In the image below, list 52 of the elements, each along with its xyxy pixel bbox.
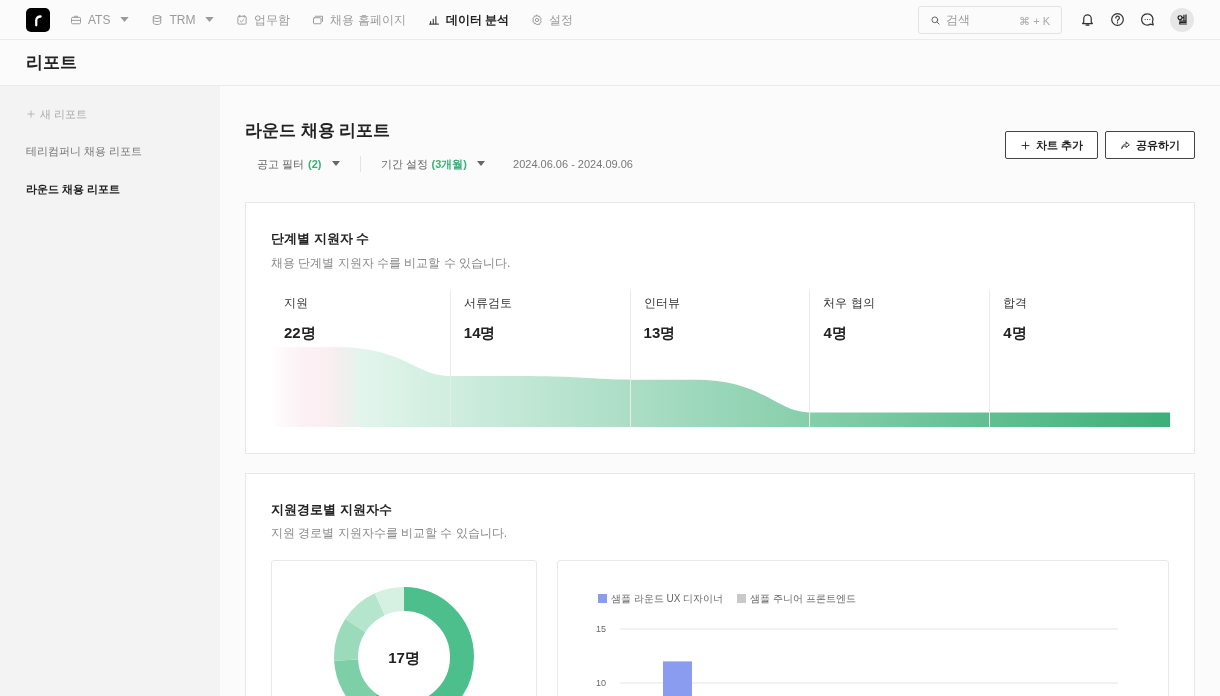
- stage-count: 4명: [823, 322, 848, 343]
- y-tick-label: 15: [596, 624, 606, 634]
- card-subtitle: 지원 경로별 지원자수를 비교할 수 있습니다.: [271, 525, 508, 542]
- bell-icon: [1079, 12, 1095, 27]
- chat-button[interactable]: [1138, 10, 1156, 29]
- filter-dropdown[interactable]: 기간 설정 (3개월): [380, 155, 486, 172]
- plus-icon: [1019, 139, 1031, 151]
- stage-label: 처우 협의: [823, 294, 876, 312]
- caret-icon: [477, 161, 486, 167]
- search-icon: [930, 14, 941, 26]
- legend-label: 샘플 라운드 UX 디자이너: [611, 592, 724, 606]
- shortcut-hint: ⌘ + K: [1019, 13, 1050, 29]
- caret-icon: [331, 161, 340, 167]
- help-icon: [1109, 12, 1125, 27]
- bar: [663, 661, 692, 696]
- stage-count: 13명: [643, 322, 677, 343]
- caret-icon: [205, 17, 215, 22]
- date-range: 2024.06.06 - 2024.09.06: [513, 156, 633, 172]
- stage-count: 4명: [1003, 322, 1028, 343]
- bar-chart-icon: [427, 13, 440, 26]
- caret-icon: [120, 17, 130, 22]
- settings-icon: [531, 13, 544, 26]
- sidebar-item[interactable]: 라운드 채용 리포트: [26, 181, 194, 198]
- share-icon: [1120, 139, 1131, 151]
- stage-label: 합격: [1003, 294, 1029, 312]
- stage-count: 22명: [284, 322, 317, 343]
- stage-count: 14명: [463, 322, 497, 343]
- card-subtitle: 채용 단계별 지원자 수를 비교할 수 있습니다.: [271, 254, 512, 272]
- share-button[interactable]: 공유하기: [1105, 131, 1195, 159]
- card-title: 지원경로별 지원자수: [271, 500, 393, 519]
- database-icon: [151, 13, 164, 26]
- stage-label: 지원: [284, 294, 309, 312]
- plus-icon: [26, 109, 36, 120]
- donut-total: 17명: [387, 648, 421, 668]
- filter-dropdown[interactable]: 공고 필터 (2): [257, 155, 340, 172]
- calendar-icon: [236, 13, 249, 26]
- stage-label: 서류검토: [463, 294, 513, 312]
- briefcase-icon: [70, 13, 82, 26]
- legend-label: 샘플 주니어 프론트엔드: [750, 592, 856, 606]
- nav-item[interactable]: 데이터 분석: [427, 10, 510, 29]
- add-chart-button[interactable]: 차트 추가: [1004, 131, 1098, 159]
- stage-label: 인터뷰: [643, 294, 681, 312]
- report-title: 라운드 채용 리포트: [245, 120, 392, 142]
- app-logo[interactable]: [26, 7, 50, 32]
- user-avatar[interactable]: 엘: [1170, 7, 1194, 32]
- card-title: 단계별 지원자 수: [271, 230, 371, 248]
- help-button[interactable]: [1108, 10, 1126, 29]
- window-icon: [312, 13, 325, 26]
- sidebar-item[interactable]: 테리컴퍼니 채용 리포트: [26, 142, 194, 159]
- y-tick-label: 10: [596, 678, 606, 688]
- page-title: 리포트: [26, 51, 77, 74]
- chat-icon: [1139, 12, 1155, 27]
